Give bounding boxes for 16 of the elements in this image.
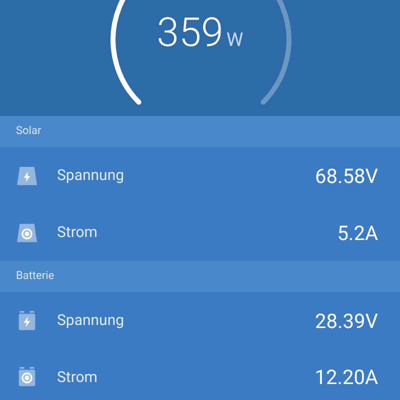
row-value: 68.58V <box>315 162 378 190</box>
row-value: 12.20A <box>314 364 378 391</box>
section-title: Solar <box>16 123 42 140</box>
row-label: Strom <box>57 222 98 244</box>
section-title: Batterie <box>16 268 54 284</box>
solar-panel-ring-icon <box>16 222 38 242</box>
row-label: Spannung <box>57 310 124 332</box>
power-unit: W <box>226 27 244 53</box>
battery-bolt-icon <box>16 310 38 330</box>
row-value: 5.2A <box>337 220 378 246</box>
row-label: Strom <box>57 366 98 388</box>
row-label: Spannung <box>57 165 124 186</box>
power-value: 359 <box>156 10 224 56</box>
solar-panel-bolt-icon <box>16 166 38 186</box>
battery-ring-icon <box>16 367 38 387</box>
row-value: 28.39V <box>315 308 378 334</box>
